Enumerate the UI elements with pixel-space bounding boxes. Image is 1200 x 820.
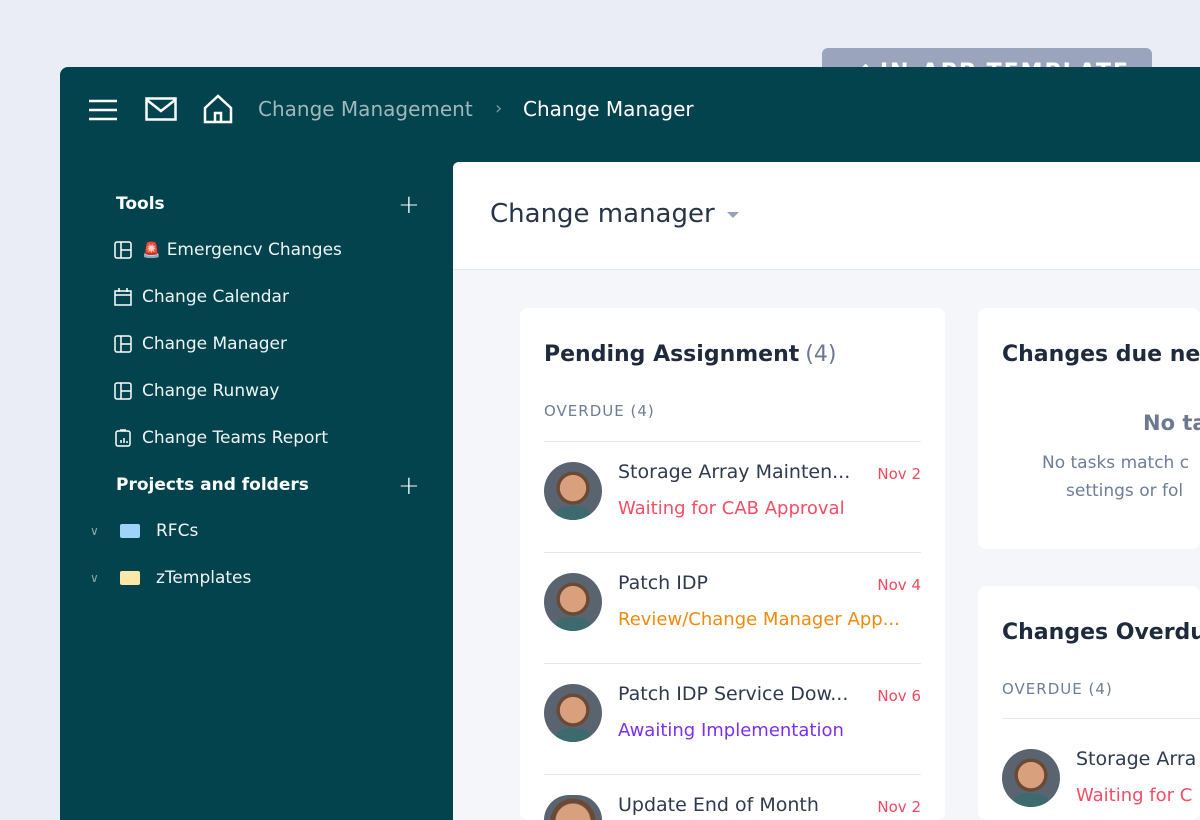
dashboard-icon (114, 241, 132, 259)
sidebar-item-change-manager[interactable]: Change Manager (114, 334, 287, 354)
dashboard-header: Change manager (453, 162, 1200, 270)
task-status: Review/Change Manager App... (618, 609, 900, 630)
task-title: Storage Array Mainten... (618, 461, 851, 483)
task-title: Patch IDP Service Dow... (618, 683, 849, 705)
add-tool-button[interactable]: + (398, 192, 420, 218)
caret-down-icon[interactable] (727, 212, 739, 218)
sidebar-item-change-teams-report[interactable]: Change Teams Report (114, 428, 328, 448)
dashboard-icon (114, 382, 132, 400)
sidebar-item-change-runway[interactable]: Change Runway (114, 381, 279, 401)
task-title: Storage Arra (1076, 748, 1197, 770)
task-status: Awaiting Implementation (618, 720, 844, 741)
hamburger-menu-icon[interactable] (89, 98, 117, 122)
add-project-button[interactable]: + (398, 473, 420, 499)
breadcrumb-separator-icon: › (495, 98, 503, 119)
empty-state-text: No tasks match c (1042, 453, 1190, 473)
avatar (544, 462, 602, 520)
projects-heading: Projects and folders (116, 475, 309, 495)
folder-label: RFCs (156, 521, 199, 541)
top-bar: Change Management › Change Manager (60, 67, 1200, 155)
siren-icon: 🚨 (142, 241, 161, 259)
task-row[interactable]: Storage Arra Waiting for C (1002, 729, 1200, 820)
folder-icon (120, 524, 140, 538)
task-title: Patch IDP (618, 572, 708, 594)
sidebar-item-label: Change Manager (142, 334, 288, 354)
task-status: Waiting for CAB Approval (618, 498, 845, 519)
overdue-section-label: OVERDUE (4) (544, 402, 655, 420)
sidebar: Tools + 🚨 Emergencv Changes Change Calen… (60, 155, 453, 820)
avatar (1002, 749, 1060, 807)
calendar-icon (114, 288, 132, 306)
task-row[interactable]: Patch IDP Nov 4 Review/Change Manager Ap… (544, 553, 921, 664)
avatar (544, 795, 602, 820)
sidebar-item-change-calendar[interactable]: Change Calendar (114, 287, 289, 307)
task-title: Update End of Month (618, 794, 819, 816)
task-row[interactable]: Patch IDP Service Dow... Nov 6 Awaiting … (544, 664, 921, 775)
folder-icon (120, 571, 140, 585)
empty-state-title: No ta (1143, 411, 1200, 435)
breadcrumb-change-manager: Change Manager (523, 97, 694, 121)
widget-count: (4) (805, 342, 837, 367)
widget-title: Pending Assignment (4) (544, 342, 837, 367)
task-due-date: Nov 2 (877, 465, 921, 483)
widget-title: Changes due nex (1002, 342, 1200, 367)
overdue-section-label: OVERDUE (4) (1002, 680, 1113, 698)
chevron-down-icon[interactable]: ∨ (90, 524, 104, 538)
pending-assignment-widget: Pending Assignment (4) OVERDUE (4) Storag… (520, 308, 945, 820)
sidebar-item-emergency-changes[interactable]: 🚨 Emergencv Changes (114, 240, 342, 260)
changes-overdue-widget: Changes Overdue OVERDUE (4) Storage Arra… (978, 586, 1200, 820)
task-status: Waiting for C (1076, 785, 1193, 806)
sidebar-item-label: Change Teams Report (142, 428, 329, 448)
sidebar-item-label: Change Runway (142, 381, 280, 401)
dashboard-title[interactable]: Change manager (490, 199, 715, 229)
chevron-down-icon[interactable]: ∨ (90, 571, 104, 585)
avatar (544, 573, 602, 631)
tools-heading: Tools (116, 194, 165, 214)
sidebar-item-label: Emergencv Changes (166, 240, 342, 260)
task-row[interactable]: Update End of Month Nov 2 (544, 775, 921, 820)
dashboard-icon (114, 335, 132, 353)
folder-ztemplates[interactable]: ∨ zTemplates (90, 568, 251, 588)
task-due-date: Nov 6 (877, 687, 921, 705)
home-icon[interactable] (203, 94, 233, 124)
sidebar-item-label: Change Calendar (142, 287, 289, 307)
task-row[interactable]: Storage Array Mainten... Nov 2 Waiting f… (544, 442, 921, 553)
empty-state-text: settings or fol (1066, 481, 1184, 501)
task-due-date: Nov 4 (877, 576, 921, 594)
folder-rfcs[interactable]: ∨ RFCs (90, 521, 198, 541)
changes-due-next-widget: Changes due nex No ta No tasks match c s… (978, 308, 1200, 549)
report-icon (115, 429, 131, 447)
widget-title: Changes Overdue (1002, 620, 1200, 645)
breadcrumb-change-management[interactable]: Change Management (258, 97, 473, 121)
avatar (544, 684, 602, 742)
app-window: Change Management › Change Manager Tools… (60, 67, 1200, 820)
divider (1002, 718, 1200, 719)
mail-icon[interactable] (145, 97, 177, 121)
task-due-date: Nov 2 (877, 798, 921, 816)
main-panel: Change manager Pending Assignment (4) OVE… (453, 162, 1200, 820)
folder-label: zTemplates (156, 568, 252, 588)
